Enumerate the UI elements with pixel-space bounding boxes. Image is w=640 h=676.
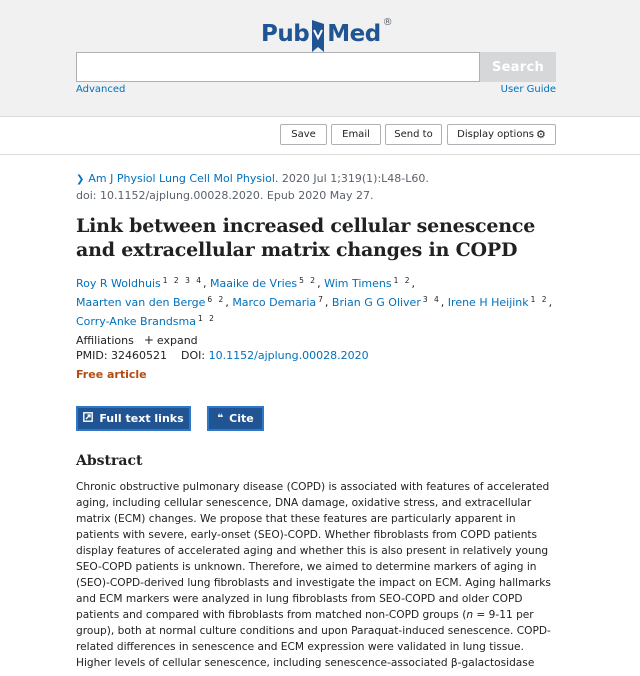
doi-label: DOI: bbox=[181, 349, 206, 362]
display-options-button[interactable]: Display options ⚙ bbox=[447, 124, 556, 145]
full-text-links-label: Full text links bbox=[99, 412, 184, 425]
article-toolbar: Save Email Send to Display options ⚙ bbox=[0, 117, 640, 155]
affiliation-refs[interactable]: 6 2 bbox=[207, 295, 225, 304]
chevron-right-icon: ❯ bbox=[76, 174, 85, 185]
affiliation-refs[interactable]: 1 2 bbox=[198, 314, 216, 323]
search-input[interactable] bbox=[76, 52, 480, 82]
author-link[interactable]: Corry-Anke Brandsma bbox=[76, 315, 196, 328]
affiliation-refs[interactable]: 1 2 bbox=[531, 295, 549, 304]
logo-text-med: Med bbox=[327, 21, 381, 47]
send-to-label: Send to bbox=[394, 129, 433, 140]
affiliation-refs[interactable]: 1 2 bbox=[394, 276, 412, 285]
logo-bookmark-icon bbox=[310, 18, 326, 54]
article-citation: ❯ Am J Physiol Lung Cell Mol Physiol. 202… bbox=[76, 171, 556, 204]
author-link[interactable]: Maarten van den Berge bbox=[76, 296, 205, 309]
gear-icon: ⚙ bbox=[536, 128, 546, 141]
email-button[interactable]: Email bbox=[331, 124, 381, 145]
author-link[interactable]: Brian G G Oliver bbox=[332, 296, 421, 309]
save-button[interactable]: Save bbox=[280, 124, 327, 145]
author-link[interactable]: Maaike de Vries bbox=[210, 277, 297, 290]
affiliation-refs[interactable]: 1 2 3 4 bbox=[163, 276, 203, 285]
abstract-text: Chronic obstructive pulmonary disease (C… bbox=[76, 479, 558, 671]
journal-link[interactable]: Am J Physiol Lung Cell Mol Physiol. bbox=[88, 172, 278, 185]
free-article-label: Free article bbox=[76, 368, 147, 381]
affiliations-toggle[interactable]: Affiliations + expand bbox=[76, 333, 198, 347]
article-title: Link between increased cellular senescen… bbox=[76, 215, 536, 261]
abstract-part-1: Chronic obstructive pulmonary disease (C… bbox=[76, 481, 551, 621]
plus-icon: + bbox=[143, 333, 154, 347]
affiliation-refs[interactable]: 5 2 bbox=[299, 276, 317, 285]
search-button[interactable]: Search bbox=[480, 52, 556, 82]
email-label: Email bbox=[342, 129, 370, 140]
cite-button[interactable]: ❝ Cite bbox=[207, 406, 264, 431]
full-text-links-button[interactable]: Full text links bbox=[76, 406, 191, 431]
cite-label: Cite bbox=[229, 412, 254, 425]
advanced-search-link[interactable]: Advanced bbox=[76, 84, 125, 95]
doi-line: doi: 10.1152/ajplung.00028.2020. Epub 20… bbox=[76, 189, 374, 202]
author-list: Roy R Woldhuis 1 2 3 4, Maaike de Vries 5 … bbox=[76, 276, 553, 328]
registered-mark: ® bbox=[382, 17, 393, 28]
display-options-label: Display options bbox=[457, 129, 534, 140]
author-link[interactable]: Marco Demaria bbox=[232, 296, 316, 309]
article-identifiers: PMID: 32460521 DOI: 10.1152/ajplung.0002… bbox=[76, 349, 369, 362]
doi-link[interactable]: 10.1152/ajplung.00028.2020 bbox=[209, 349, 369, 362]
pmid-label: PMID: bbox=[76, 349, 108, 362]
quote-icon: ❝ bbox=[217, 413, 224, 424]
author-link[interactable]: Roy R Woldhuis bbox=[76, 277, 161, 290]
user-guide-link[interactable]: User Guide bbox=[501, 84, 556, 95]
affiliation-refs[interactable]: 7 bbox=[318, 295, 325, 304]
affiliations-label: Affiliations bbox=[76, 334, 134, 347]
pmid-value: 32460521 bbox=[111, 349, 168, 362]
expand-label: expand bbox=[156, 334, 198, 347]
pubmed-logo[interactable]: Pub Med ® bbox=[261, 14, 393, 54]
abstract-heading: Abstract bbox=[76, 453, 143, 469]
external-link-icon bbox=[83, 412, 94, 425]
pubmed-header: Pub Med ® Search Advanced User Guide bbox=[0, 0, 640, 117]
affiliation-refs[interactable]: 3 4 bbox=[423, 295, 441, 304]
author-link[interactable]: Wim Timens bbox=[324, 277, 392, 290]
logo-text-pub: Pub bbox=[261, 21, 310, 47]
send-to-button[interactable]: Send to bbox=[385, 124, 442, 145]
author-link[interactable]: Irene H Heijink bbox=[448, 296, 529, 309]
save-label: Save bbox=[291, 129, 316, 140]
pub-info: 2020 Jul 1;319(1):L48-L60. bbox=[278, 172, 429, 185]
